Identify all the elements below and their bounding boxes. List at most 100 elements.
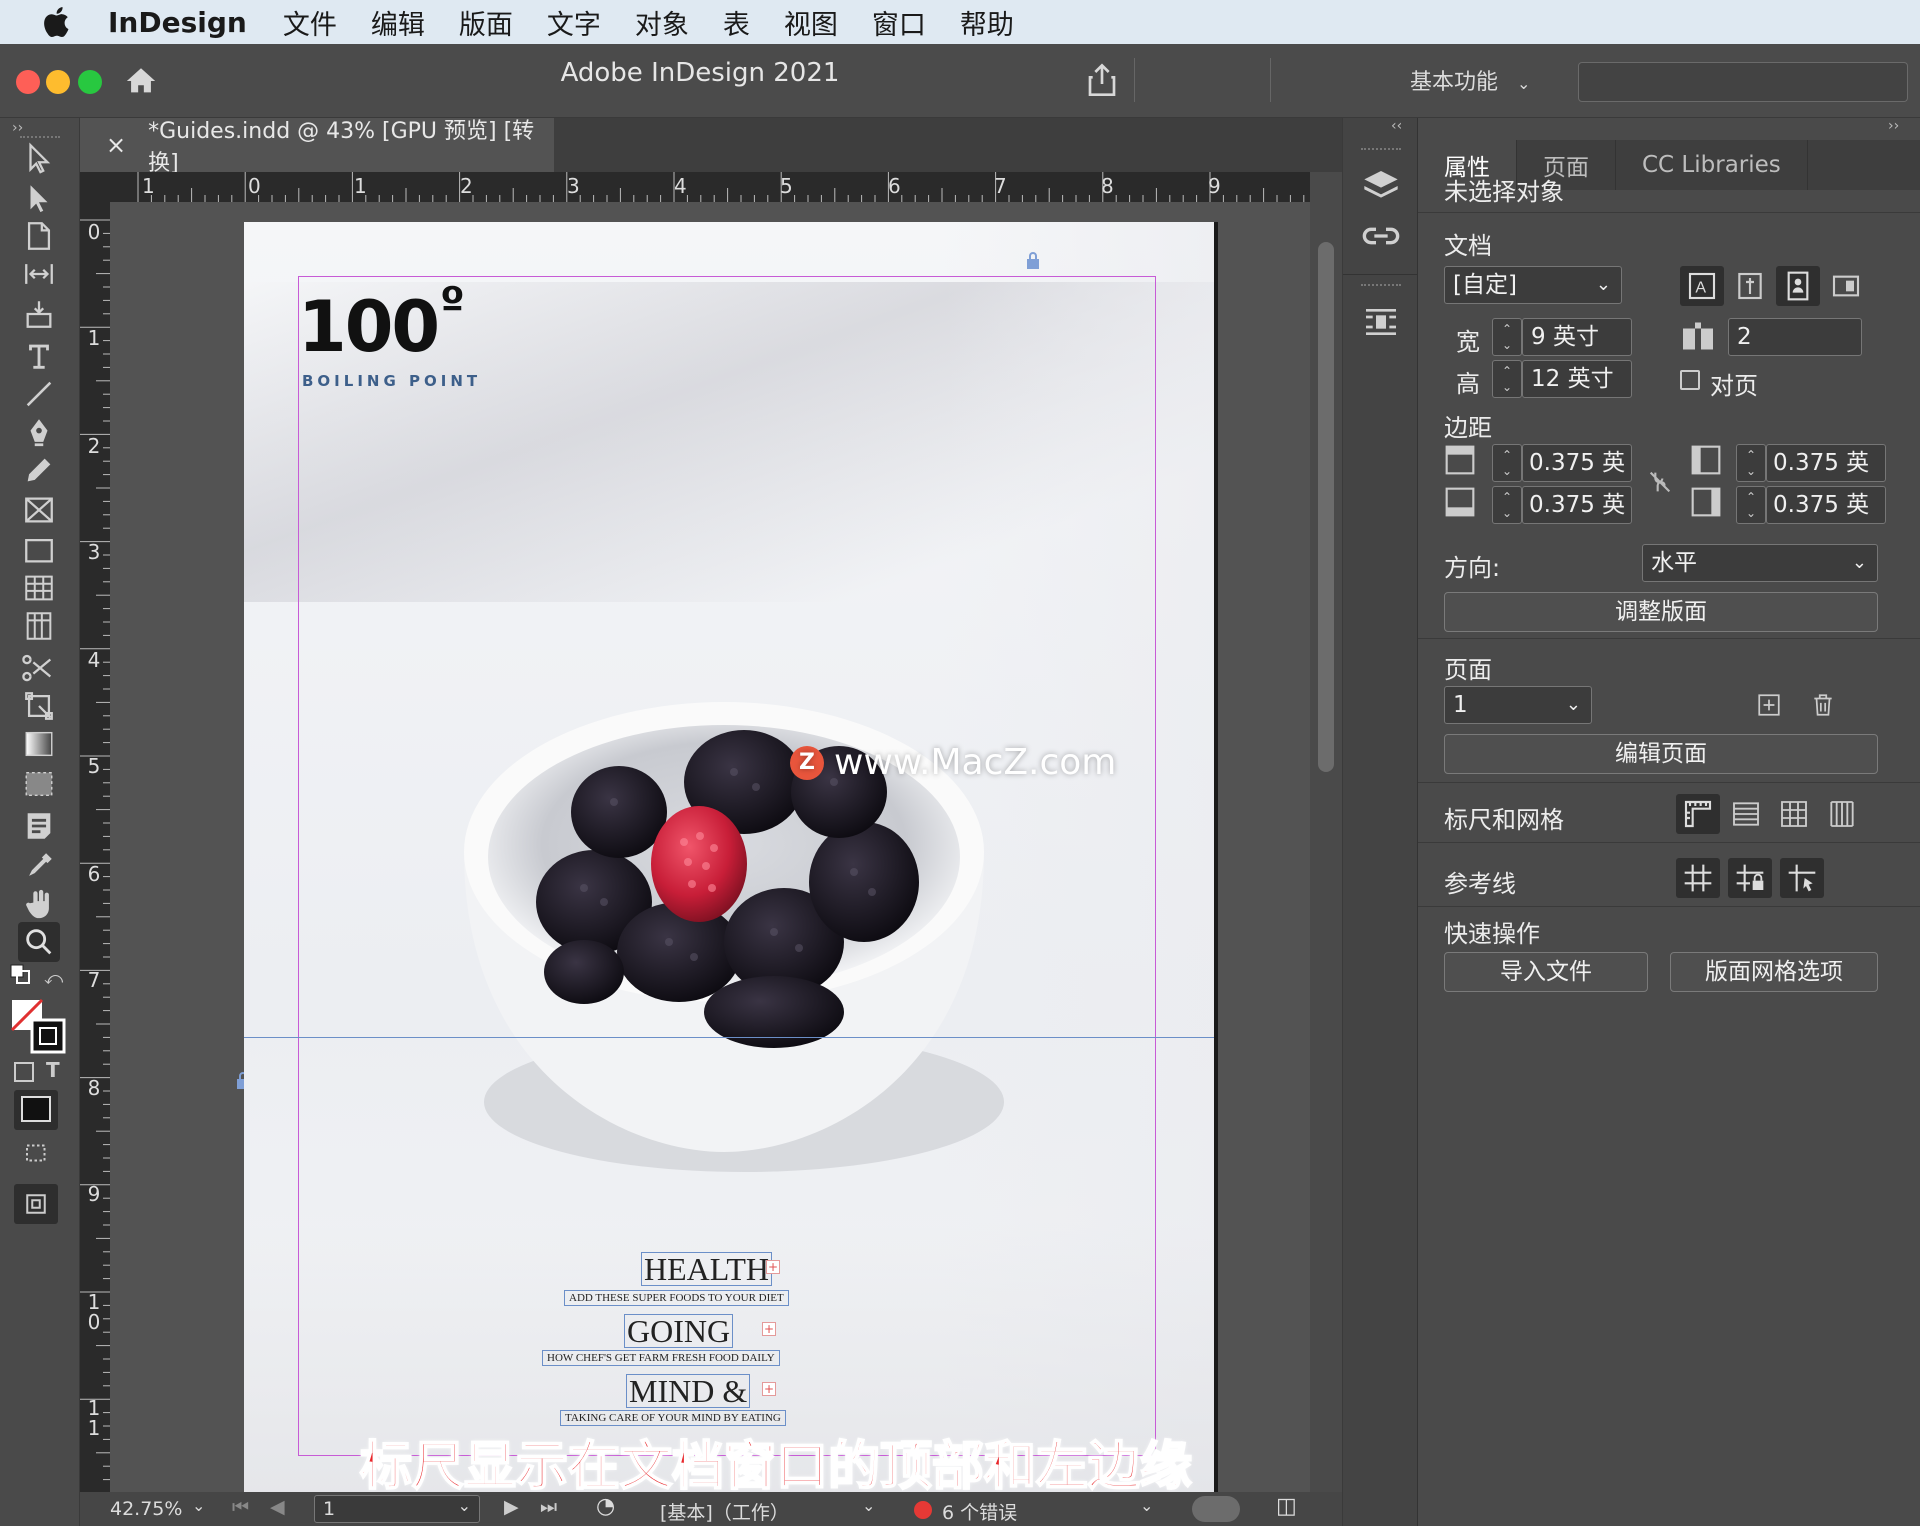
pencil-tool-icon[interactable] [18, 450, 60, 490]
unlink-margins-icon[interactable] [1646, 468, 1676, 498]
selection-tool-icon[interactable] [18, 138, 60, 178]
toggle-rulers-icon[interactable] [1676, 794, 1720, 834]
intent-vertical-text-icon[interactable] [1728, 266, 1772, 306]
margin-left-field[interactable]: 0.375 英 [1766, 444, 1886, 482]
menu-view[interactable]: 视图 [784, 3, 838, 42]
grid-frame-tool-icon[interactable] [18, 606, 60, 646]
collapse-icon[interactable]: ›› [1888, 118, 1899, 134]
baseline-grid-icon[interactable] [1724, 794, 1768, 834]
chevron-down-icon[interactable]: ⌄ [862, 1496, 875, 1515]
toggle-guides-icon[interactable] [1676, 858, 1720, 898]
rectangle-tool-icon[interactable] [18, 530, 60, 570]
overset-marker[interactable]: + [762, 1382, 776, 1396]
content-collector-icon[interactable] [18, 294, 60, 334]
default-colors-icon[interactable] [10, 964, 32, 986]
formatting-text-icon[interactable]: T [46, 1058, 60, 1082]
headline-going[interactable]: GOING [624, 1314, 733, 1348]
pages-count-field[interactable]: 2 [1728, 318, 1862, 356]
menu-help[interactable]: 帮助 [960, 3, 1014, 42]
menu-file[interactable]: 文件 [283, 3, 337, 42]
collapse-icon[interactable]: ›› [12, 120, 23, 136]
hand-tool-icon[interactable] [18, 884, 60, 924]
width-stepper[interactable]: ⌃⌄ [1492, 318, 1522, 356]
edit-page-button[interactable]: 编辑页面 [1444, 734, 1878, 774]
panel-grip[interactable] [1361, 148, 1401, 152]
page-tool-icon[interactable] [18, 216, 60, 256]
menu-window[interactable]: 窗口 [872, 3, 926, 42]
fill-stroke-swatch[interactable] [10, 998, 68, 1056]
import-file-button[interactable]: 导入文件 [1444, 952, 1648, 992]
document-page[interactable]: 100 º BOILING POINT HEALTH + ADD THESE S… [244, 222, 1214, 1492]
delete-page-icon[interactable] [1810, 692, 1840, 722]
preflight-icon[interactable]: ◔ [596, 1494, 615, 1519]
ruler-guide[interactable] [244, 1037, 1214, 1038]
table-tool-icon[interactable] [18, 568, 60, 608]
eyedropper-tool-icon[interactable] [18, 846, 60, 886]
margin-top-field[interactable]: 0.375 英 [1522, 444, 1632, 482]
horizontal-ruler[interactable]: 1 0 1 2 3 4 5 6 7 8 9 [80, 172, 1310, 202]
expand-dock-icon[interactable]: ‹‹ [1391, 118, 1402, 134]
margin-right-stepper[interactable]: ⌃⌄ [1736, 486, 1766, 524]
close-window-button[interactable] [16, 70, 40, 94]
gap-tool-icon[interactable] [18, 254, 60, 294]
gradient-feather-tool-icon[interactable] [18, 764, 60, 804]
document-canvas[interactable]: 100 º BOILING POINT HEALTH + ADD THESE S… [110, 202, 1310, 1492]
margin-left-stepper[interactable]: ⌃⌄ [1736, 444, 1766, 482]
panel-grip[interactable] [1361, 284, 1401, 288]
text-wrap-icon[interactable] [1361, 302, 1401, 342]
adjust-layout-button[interactable]: 调整版面 [1444, 592, 1878, 632]
share-icon[interactable] [1086, 62, 1118, 98]
menu-table[interactable]: 表 [723, 3, 750, 42]
current-page-dropdown[interactable]: 1 ⌄ [1444, 686, 1592, 724]
chevron-down-icon[interactable]: ⌄ [192, 1496, 205, 1515]
document-grid-icon[interactable] [1772, 794, 1816, 834]
last-page-icon[interactable]: ⏭ [540, 1496, 557, 1518]
vertical-ruler[interactable]: 0 1 2 3 4 5 6 7 8 9 1 0 1 1 [80, 202, 110, 1492]
height-stepper[interactable]: ⌃⌄ [1492, 360, 1522, 398]
swap-colors-icon[interactable]: ⤺ [44, 968, 63, 989]
facing-pages-checkbox[interactable] [1680, 370, 1700, 390]
overset-marker[interactable]: + [766, 1260, 780, 1274]
pen-tool-icon[interactable] [18, 412, 60, 452]
previous-page-icon[interactable]: ◀ [270, 1496, 285, 1518]
headline-health[interactable]: HEALTH [641, 1252, 772, 1286]
menu-object[interactable]: 对象 [635, 3, 689, 42]
height-field[interactable]: 12 英寸 [1522, 360, 1632, 398]
links-icon[interactable] [1361, 216, 1401, 256]
horizontal-scroll-thumb[interactable] [1192, 1496, 1240, 1522]
menu-layout[interactable]: 版面 [459, 3, 513, 42]
portrait-orientation-icon[interactable] [1776, 266, 1820, 306]
free-transform-tool-icon[interactable] [18, 686, 60, 726]
scissors-tool-icon[interactable] [18, 648, 60, 688]
type-tool-icon[interactable] [18, 336, 60, 376]
add-page-icon[interactable] [1756, 692, 1786, 722]
subhead-health[interactable]: ADD THESE SUPER FOODS TO YOUR DIET [564, 1290, 789, 1306]
document-tab[interactable]: × *Guides.indd @ 43% [GPU 预览] [转换] [80, 118, 554, 172]
screen-mode-icon[interactable] [20, 1138, 56, 1170]
layout-grid-icon[interactable] [1820, 794, 1864, 834]
overset-marker[interactable]: + [762, 1322, 776, 1336]
layers-icon[interactable] [1361, 166, 1401, 206]
split-window-icon[interactable]: ◫ [1276, 1494, 1297, 1519]
guide-lock-icon[interactable] [1024, 250, 1042, 270]
vertical-scrollbar[interactable] [1310, 172, 1342, 1492]
zoom-window-button[interactable] [78, 70, 102, 94]
margin-bottom-field[interactable]: 0.375 英 [1522, 486, 1632, 524]
gradient-swatch-tool-icon[interactable] [18, 724, 60, 764]
tab-cc-libraries[interactable]: CC Libraries [1616, 140, 1808, 190]
first-page-icon[interactable]: ⏮ [232, 1496, 249, 1518]
minimize-window-button[interactable] [46, 70, 70, 94]
margin-right-field[interactable]: 0.375 英 [1766, 486, 1886, 524]
lock-guides-icon[interactable] [1728, 858, 1772, 898]
rectangle-frame-tool-icon[interactable] [18, 490, 60, 530]
orientation-dropdown[interactable]: 水平 ⌄ [1642, 544, 1878, 582]
intent-print-icon[interactable]: A [1680, 266, 1724, 306]
home-icon[interactable] [124, 64, 158, 98]
layout-grid-options-button[interactable]: 版面网格选项 [1670, 952, 1878, 992]
document-preset-dropdown[interactable]: [自定] ⌄ [1444, 266, 1622, 304]
menu-type[interactable]: 文字 [547, 3, 601, 42]
adobe-capture-icon[interactable] [14, 1184, 58, 1224]
chevron-down-icon[interactable]: ⌄ [1140, 1496, 1153, 1515]
menu-app-name[interactable]: InDesign [108, 6, 247, 39]
search-input[interactable] [1578, 62, 1908, 102]
